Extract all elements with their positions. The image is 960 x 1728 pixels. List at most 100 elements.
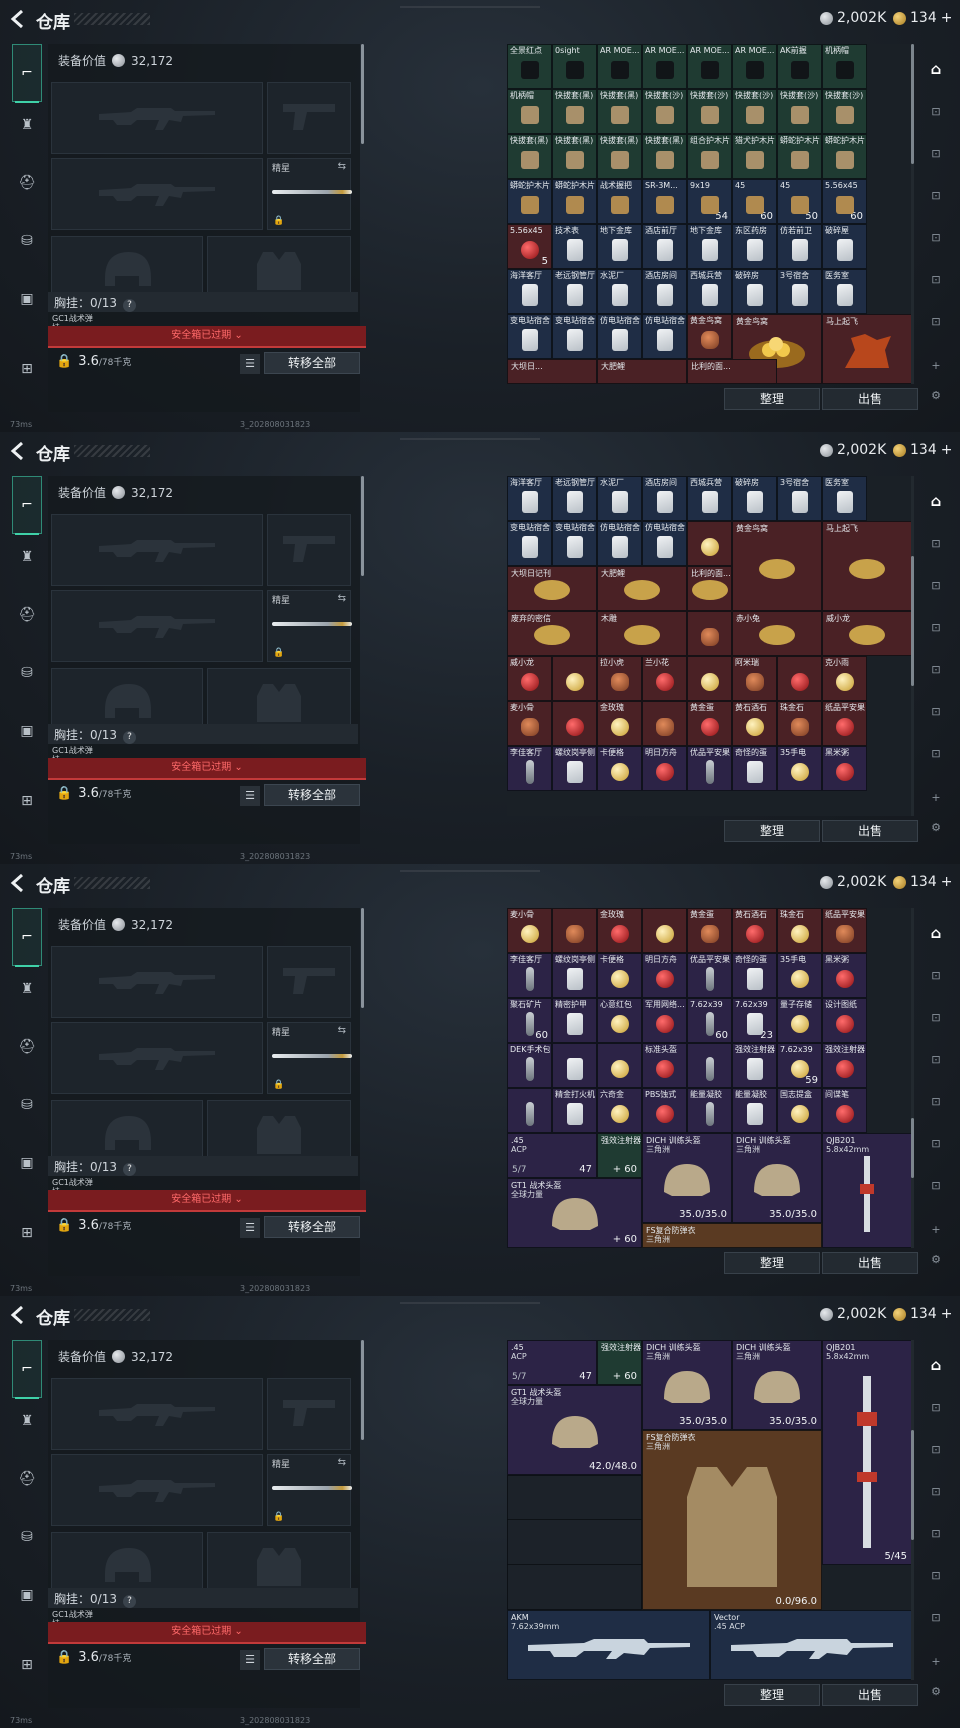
storage-item[interactable]: 45 60 <box>732 179 777 224</box>
list-icon[interactable]: ☰ <box>240 1650 260 1670</box>
sell-button[interactable]: 出售 <box>822 820 918 842</box>
secondary-weapon-slot[interactable] <box>51 1022 263 1094</box>
storage-item[interactable]: 珠金石 <box>777 701 822 746</box>
storage-item[interactable] <box>642 701 687 746</box>
storage-icon-2[interactable]: ⊡ <box>924 1006 948 1028</box>
wood-carving-item[interactable]: 木雕 <box>597 611 687 656</box>
vault-icon[interactable]: ⌂ <box>924 490 948 512</box>
storage-item[interactable]: 能量凝胶 <box>687 1088 732 1133</box>
puppet-item[interactable]: 比利的面... <box>687 566 732 611</box>
storage-item[interactable]: 黄金蛋 <box>687 908 732 953</box>
backpack-icon[interactable]: ⛁ <box>14 1092 40 1118</box>
grid-scrollbar[interactable] <box>911 44 914 384</box>
gold-currency[interactable]: 134 + <box>893 10 952 26</box>
storage-item[interactable]: 破碎房 <box>732 269 777 314</box>
storage-item[interactable]: 水泥厂 <box>597 269 642 314</box>
sell-button[interactable]: 出售 <box>822 1252 918 1274</box>
injector-item[interactable]: 强效注射器 + 60 <box>597 1340 642 1385</box>
sort-button[interactable]: 整理 <box>724 1252 820 1274</box>
vest-icon[interactable]: ♜ <box>14 976 40 1002</box>
storage-icon-4[interactable]: ⊡ <box>924 1090 948 1112</box>
plus-icon[interactable]: + <box>924 1650 948 1672</box>
storage-icon-3[interactable]: ⊡ <box>924 1480 948 1502</box>
storage-item[interactable]: 海洋客厅 <box>507 269 552 314</box>
storage-item[interactable]: 机柄帽 <box>822 44 867 89</box>
swap-icon[interactable]: ⇆ <box>338 1025 346 1036</box>
chest-rig-row[interactable]: 胸挂：0/13? <box>48 292 358 312</box>
qjb201-item[interactable]: QJB201 5.8x42mm <box>822 1133 912 1248</box>
storage-icon-2[interactable]: ⊡ <box>924 1438 948 1460</box>
storage-item[interactable]: 明日方舟 <box>642 746 687 791</box>
storage-item[interactable]: 纸品平安果 <box>822 701 867 746</box>
storage-item[interactable]: 金玫瑰 <box>597 908 642 953</box>
plus-icon[interactable]: + <box>924 1218 948 1240</box>
storage-item[interactable]: 7.62x39 60 <box>687 998 732 1043</box>
vault-icon[interactable]: ⌂ <box>924 1354 948 1376</box>
storage-icon-4[interactable]: ⊡ <box>924 226 948 248</box>
storage-icon[interactable]: ⊡ <box>924 532 948 554</box>
back-arrow-icon[interactable] <box>10 1305 26 1325</box>
storage-icon[interactable]: ⊡ <box>924 964 948 986</box>
storage-item[interactable]: 快拔套(黑) <box>552 89 597 134</box>
storage-item[interactable] <box>552 1043 597 1088</box>
storage-item[interactable] <box>777 656 822 701</box>
chest-icon[interactable]: ⊞ <box>14 1652 40 1678</box>
storage-item[interactable]: 快拔套(黑) <box>597 89 642 134</box>
storage-item[interactable]: 快拔套(沙) <box>777 89 822 134</box>
pistol-slot[interactable] <box>267 946 351 1018</box>
storage-item[interactable] <box>552 656 597 701</box>
vest-icon[interactable]: ♜ <box>14 544 40 570</box>
storage-item[interactable]: 9x19 54 <box>687 179 732 224</box>
storage-item[interactable]: AR MOE... <box>642 44 687 89</box>
settings-icon[interactable]: ⚙ <box>924 1680 948 1702</box>
fs-vest-item[interactable]: FS复合防弹衣 三角洲 0.0/96.0 <box>642 1430 822 1610</box>
case-icon[interactable]: ▣ <box>14 1582 40 1608</box>
storage-item[interactable]: 猎犬护木片 <box>732 134 777 179</box>
safe-box-expired-banner[interactable]: 安全箱已过期 ⌄ <box>48 1622 366 1644</box>
storage-item[interactable]: 仿电站宿舍 <box>597 314 642 359</box>
rifle-icon[interactable]: ⌐ <box>12 1340 42 1399</box>
storage-item[interactable]: DEK手术包 <box>507 1043 552 1088</box>
safe-box-expired-banner[interactable]: 安全箱已过期 ⌄ <box>48 326 366 348</box>
equipment-scrollbar[interactable] <box>361 44 364 144</box>
storage-item[interactable] <box>642 908 687 953</box>
gold-currency[interactable]: 134 + <box>893 442 952 458</box>
storage-icon-5[interactable]: ⊡ <box>924 700 948 722</box>
sell-button[interactable]: 出售 <box>822 1684 918 1706</box>
storage-item[interactable]: 老远钢管厅 <box>552 269 597 314</box>
storage-item[interactable]: 六奇金 <box>597 1088 642 1133</box>
storage-item[interactable]: 麦小骨 <box>507 908 552 953</box>
grid-scrollbar[interactable] <box>911 908 914 1248</box>
storage-item[interactable]: AR MOE... <box>687 44 732 89</box>
storage-item[interactable]: 地下金库 <box>597 224 642 269</box>
storage-item[interactable]: 聚石矿片 60 <box>507 998 552 1043</box>
storage-item[interactable] <box>687 521 732 566</box>
storage-item[interactable]: 快拔套(沙) <box>687 89 732 134</box>
chest-rig-row[interactable]: 胸挂：0/13? <box>48 1588 358 1608</box>
storage-item[interactable]: 破碎房 <box>732 476 777 521</box>
storage-item[interactable]: 蟒蛇护木片 <box>507 179 552 224</box>
equipment-scrollbar[interactable] <box>361 908 364 1008</box>
melee-slot[interactable]: 精星 ⇆ 🔒 <box>267 158 352 230</box>
golden-nest-item[interactable]: 黄金鸟窝 <box>732 521 822 611</box>
storage-icon-4[interactable]: ⊡ <box>924 1522 948 1544</box>
storage-item[interactable]: 0sight <box>552 44 597 89</box>
swap-icon[interactable]: ⇆ <box>338 593 346 604</box>
case-icon[interactable]: ▣ <box>14 1150 40 1176</box>
storage-item[interactable]: 技术表 <box>552 224 597 269</box>
settings-icon[interactable]: ⚙ <box>924 816 948 838</box>
fs-vest-item[interactable]: FS复合防弹衣 三角洲 <box>642 1223 822 1248</box>
pistol-slot[interactable] <box>267 514 351 586</box>
storage-item[interactable]: 阿米瑞 <box>732 656 777 701</box>
storage-item[interactable] <box>687 656 732 701</box>
storage-item[interactable]: 酒店房间 <box>642 476 687 521</box>
storage-icon-5[interactable]: ⊡ <box>924 268 948 290</box>
plus-icon[interactable]: + <box>924 786 948 808</box>
storage-item[interactable]: 快拔套(沙) <box>822 89 867 134</box>
sell-button[interactable]: 出售 <box>822 388 918 410</box>
vault-icon[interactable]: ⌂ <box>924 58 948 80</box>
storage-item[interactable]: 7.62x39 59 <box>777 1043 822 1088</box>
storage-item[interactable]: 变电站宿舍 <box>552 314 597 359</box>
storage-item[interactable]: 设计图纸 <box>822 998 867 1043</box>
storage-icon-2[interactable]: ⊡ <box>924 574 948 596</box>
